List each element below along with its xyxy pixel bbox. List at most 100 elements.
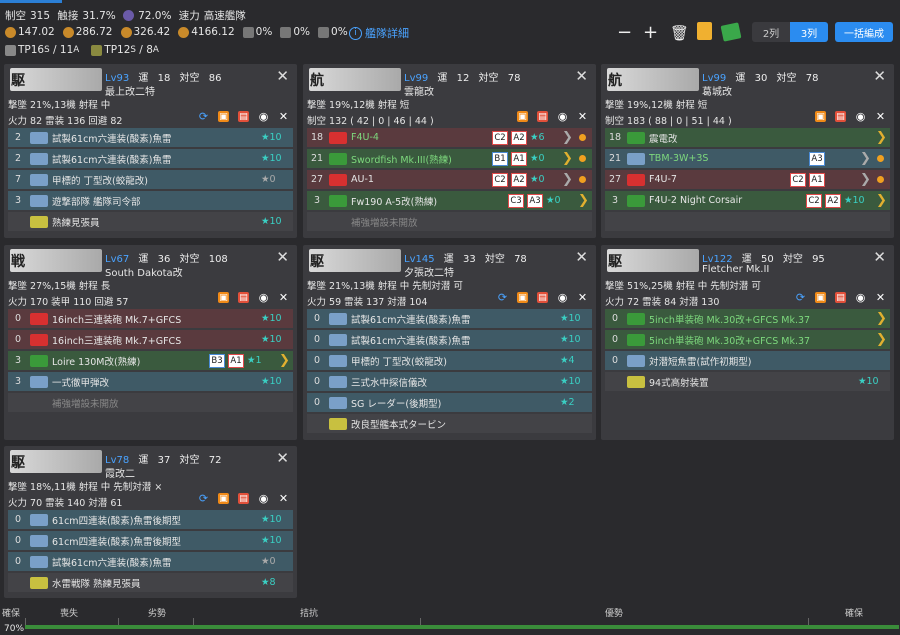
toolbox-icon[interactable]: ▤ bbox=[238, 292, 249, 303]
equipment-slot[interactable] bbox=[605, 212, 890, 231]
col3-button[interactable]: 3列 bbox=[790, 22, 828, 42]
equipment-slot[interactable]: 3 Fw190 A-5改(熟練) C3 A3 ★0 ❯ bbox=[307, 191, 592, 210]
trash-icon[interactable]: 🗑 bbox=[670, 24, 689, 42]
close-icon[interactable]: ✕ bbox=[873, 248, 886, 266]
equipment-slot[interactable]: 0 試製61cm六連装(酸素)魚雷 ★10 bbox=[307, 330, 592, 349]
toolbox-icon[interactable]: ▤ bbox=[537, 111, 548, 122]
close-icon[interactable]: ✕ bbox=[577, 291, 588, 304]
ship-card[interactable]: 駆 Lv122 運 50 対空 95 Fletcher Mk.II ✕ 撃墜 5… bbox=[601, 245, 894, 440]
supply-icon[interactable]: ▣ bbox=[517, 111, 528, 122]
equipment-slot[interactable]: 18 F4U-4 C2 A2 ★6 ❯ bbox=[307, 128, 592, 147]
close-icon[interactable]: ✕ bbox=[575, 248, 588, 266]
close-icon[interactable]: ✕ bbox=[278, 110, 289, 123]
eye-icon[interactable]: ◉ bbox=[557, 291, 568, 304]
supply-icon[interactable]: ▣ bbox=[218, 292, 229, 303]
supply-icon[interactable]: ▣ bbox=[218, 493, 229, 504]
equipment-slot[interactable]: 27 AU-1 C2 A2 ★0 ❯ bbox=[307, 170, 592, 189]
ship-card[interactable]: 駆 Lv145 運 33 対空 78 夕張改二特 ✕ 撃墜 21%,13機 射程… bbox=[303, 245, 596, 440]
equipment-slot[interactable]: 21 TBM-3W+3S A3 ❯ bbox=[605, 149, 890, 168]
improvement-level: ★10 bbox=[560, 313, 581, 324]
equipment-slot[interactable]: 0 16inch三連装砲 Mk.7+GFCS ★10 bbox=[8, 330, 293, 349]
equipment-slot[interactable]: 改良型艦本式タービン bbox=[307, 414, 592, 433]
ship-card[interactable]: 航 Lv99 運 12 対空 78 雲龍改 ✕ 撃墜 19%,12機 射程 短 … bbox=[303, 64, 596, 238]
eye-icon[interactable]: ◉ bbox=[557, 110, 568, 123]
ship-banner[interactable]: 航 bbox=[309, 68, 401, 91]
minus-button[interactable]: − bbox=[617, 22, 632, 43]
eye-icon[interactable]: ◉ bbox=[258, 492, 269, 505]
close-icon[interactable]: ✕ bbox=[875, 291, 886, 304]
toolbox-icon[interactable]: ▤ bbox=[835, 111, 846, 122]
bulk-edit-button[interactable]: 一括編成 bbox=[835, 22, 893, 42]
clipboard-icon[interactable] bbox=[697, 22, 712, 40]
swap-icon[interactable]: ⟳ bbox=[795, 291, 806, 304]
equipment-slot[interactable]: 18 震電改 ❯ bbox=[605, 128, 890, 147]
swap-icon[interactable]: ⟳ bbox=[198, 492, 209, 505]
supply-icon[interactable]: ▣ bbox=[815, 292, 826, 303]
equipment-slot[interactable]: 0 試製61cm六連装(酸素)魚雷 ★0 bbox=[8, 552, 293, 571]
equipment-slot[interactable]: 水雷戦隊 熟練見張員 ★8 bbox=[8, 573, 293, 592]
supply-icon[interactable]: ▣ bbox=[218, 111, 229, 122]
equipment-slot[interactable]: 0 甲標的 丁型改(蛟龍改) ★4 bbox=[307, 351, 592, 370]
cards-icon[interactable] bbox=[720, 22, 742, 42]
equipment-slot[interactable]: 0 試製61cm六連装(酸素)魚雷 ★10 bbox=[307, 309, 592, 328]
toolbox-icon[interactable]: ▤ bbox=[238, 111, 249, 122]
ship-banner[interactable]: 駆 bbox=[10, 450, 102, 473]
eye-icon[interactable]: ◉ bbox=[258, 291, 269, 304]
equipment-slot[interactable]: 7 甲標的 丁型改(蛟龍改) ★0 bbox=[8, 170, 293, 189]
ship-card[interactable]: 航 Lv99 運 30 対空 78 葛城改 ✕ 撃墜 19%,12機 射程 短 … bbox=[601, 64, 894, 238]
eye-icon[interactable]: ◉ bbox=[258, 110, 269, 123]
equipment-slot[interactable]: 補強増設未開放 bbox=[8, 393, 293, 412]
equipment-slot[interactable]: 0 5inch単装砲 Mk.30改+GFCS Mk.37 ❯ bbox=[605, 330, 890, 349]
ship-banner[interactable]: 駆 bbox=[607, 249, 699, 272]
ship-banner[interactable]: 駆 bbox=[309, 249, 401, 272]
equipment-slot[interactable]: 3 一式徹甲弾改 ★10 bbox=[8, 372, 293, 391]
close-icon[interactable]: ✕ bbox=[575, 67, 588, 85]
supply-icon[interactable]: ▣ bbox=[815, 111, 826, 122]
equipment-slot[interactable]: 補強増設未開放 bbox=[307, 212, 592, 231]
close-icon[interactable]: ✕ bbox=[276, 449, 289, 467]
proficiency-tag: A2 bbox=[825, 193, 841, 208]
close-icon[interactable]: ✕ bbox=[875, 110, 886, 123]
col2-button[interactable]: 2列 bbox=[752, 22, 790, 42]
equipment-slot[interactable]: 3 遊撃部隊 艦隊司令部 bbox=[8, 191, 293, 210]
equipment-slot[interactable]: 21 Swordfish Mk.III(熟練) B1 A1 ★0 ❯ bbox=[307, 149, 592, 168]
close-icon[interactable]: ✕ bbox=[278, 492, 289, 505]
plus-button[interactable]: + bbox=[643, 22, 658, 43]
equipment-slot[interactable]: 0 16inch三連装砲 Mk.7+GFCS ★10 bbox=[8, 309, 293, 328]
equipment-slot[interactable]: 0 SG レーダー(後期型) ★2 bbox=[307, 393, 592, 412]
eye-icon[interactable]: ◉ bbox=[855, 110, 866, 123]
equipment-slot[interactable]: 3 F4U-2 Night Corsair C2 A2 ★10 ❯ bbox=[605, 191, 890, 210]
equipment-slot[interactable]: 0 61cm四連装(酸素)魚雷後期型 ★10 bbox=[8, 510, 293, 529]
equipment-slot[interactable]: 0 対潜短魚雷(試作初期型) bbox=[605, 351, 890, 370]
close-icon[interactable]: ✕ bbox=[276, 67, 289, 85]
close-icon[interactable]: ✕ bbox=[276, 248, 289, 266]
equipment-slot[interactable]: 熟練見張員 ★10 bbox=[8, 212, 293, 231]
toolbox-icon[interactable]: ▤ bbox=[238, 493, 249, 504]
ship-banner[interactable]: 航 bbox=[607, 68, 699, 91]
close-icon[interactable]: ✕ bbox=[577, 110, 588, 123]
ship-banner[interactable]: 駆 bbox=[10, 68, 102, 91]
equipment-slot[interactable]: 0 61cm四連装(酸素)魚雷後期型 ★10 bbox=[8, 531, 293, 550]
equipment-slot[interactable]: 3 Loire 130M改(熟練) B3 A1 ★1 ❯ bbox=[8, 351, 293, 370]
ship-banner[interactable]: 戦 bbox=[10, 249, 102, 272]
supply-icon[interactable]: ▣ bbox=[517, 292, 528, 303]
swap-icon[interactable]: ⟳ bbox=[198, 110, 209, 123]
equipment-slot[interactable]: 0 5inch単装砲 Mk.30改+GFCS Mk.37 ❯ bbox=[605, 309, 890, 328]
fleet-detail-link[interactable]: i 艦隊詳細 bbox=[349, 25, 409, 41]
equipment-name: 試製61cm六連装(酸素)魚雷 bbox=[52, 557, 172, 569]
equipment-slot[interactable]: 0 三式水中探信儀改 ★10 bbox=[307, 372, 592, 391]
swap-icon[interactable]: ⟳ bbox=[497, 291, 508, 304]
equipment-slot[interactable]: 2 試製61cm六連装(酸素)魚雷 ★10 bbox=[8, 128, 293, 147]
toolbox-icon[interactable]: ▤ bbox=[537, 292, 548, 303]
ship-card[interactable]: 駆 Lv78 運 37 対空 72 霞改二 ✕ 撃墜 18%,11機 射程 中 … bbox=[4, 446, 297, 598]
equipment-slot[interactable]: 27 F4U-7 C2 A1 ❯ bbox=[605, 170, 890, 189]
close-icon[interactable]: ✕ bbox=[278, 291, 289, 304]
aa-value: 95 bbox=[812, 254, 825, 265]
ship-card[interactable]: 駆 Lv93 運 18 対空 86 最上改二特 ✕ 撃墜 21%,13機 射程 … bbox=[4, 64, 297, 238]
equipment-slot[interactable]: 94式高射装置 ★10 bbox=[605, 372, 890, 391]
close-icon[interactable]: ✕ bbox=[873, 67, 886, 85]
ship-card[interactable]: 戦 Lv67 運 36 対空 108 South Dakota改 ✕ 撃墜 27… bbox=[4, 245, 297, 440]
eye-icon[interactable]: ◉ bbox=[855, 291, 866, 304]
equipment-slot[interactable]: 2 試製61cm六連装(酸素)魚雷 ★10 bbox=[8, 149, 293, 168]
toolbox-icon[interactable]: ▤ bbox=[835, 292, 846, 303]
